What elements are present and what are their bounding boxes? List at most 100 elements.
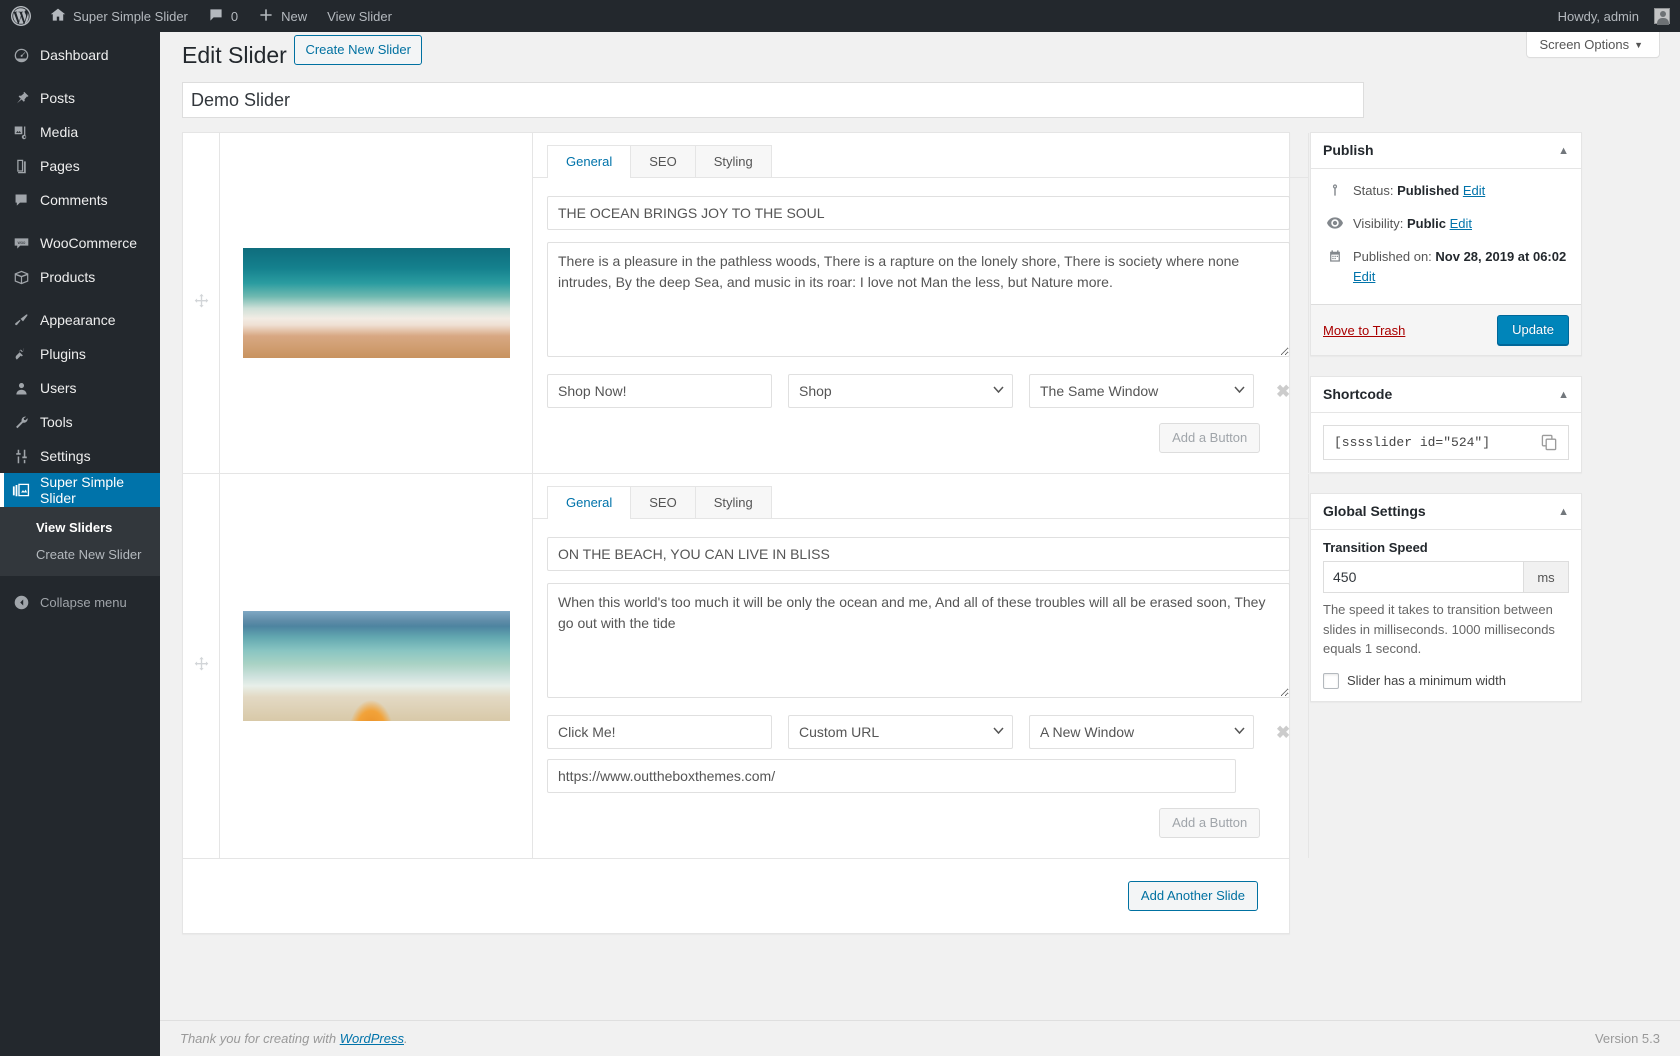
slide-drag-handle[interactable] [183,474,220,858]
button-target-select[interactable] [1029,374,1254,408]
button-url-input[interactable] [547,759,1236,793]
sidebar-item-settings[interactable]: Settings [0,439,160,473]
status-edit-link[interactable]: Edit [1463,183,1485,198]
button-label-input[interactable] [547,715,772,749]
slide-drag-handle[interactable] [183,133,220,473]
slide-image-cell[interactable] [220,474,533,858]
sidebar-item-label: Plugins [40,346,86,362]
shortcode-value: [sssslider id="524"] [1334,435,1491,451]
woocommerce-icon: woo [11,233,31,253]
footer-thanks-suffix: . [404,1031,408,1046]
button-link-type-select[interactable] [788,374,1013,408]
tab-styling[interactable]: Styling [694,486,772,518]
visibility-row: Visibility: Public Edit [1323,208,1569,241]
add-a-button-button[interactable]: Add a Button [1159,423,1261,453]
sidebar-item-posts[interactable]: Posts [0,81,160,115]
transition-speed-input[interactable] [1323,561,1523,594]
slide-description-textarea[interactable] [547,583,1291,698]
slider-title-input[interactable] [182,82,1364,118]
sidebar-item-label: Tools [40,414,73,430]
published-on-text: Published on: Nov 28, 2019 at 06:02 Edit [1353,247,1566,289]
move-to-trash-link[interactable]: Move to Trash [1323,323,1405,338]
add-button-row: Add a Button [547,408,1290,459]
tab-seo[interactable]: SEO [630,486,696,518]
footer-thanks: Thank you for creating with WordPress. [180,1031,408,1046]
add-another-slide-button[interactable]: Add Another Slide [1127,881,1258,911]
sidebar-subitem-create-new-slider[interactable]: Create New Slider [0,541,160,568]
svg-text:woo: woo [17,239,25,244]
publish-postbox-title: Publish [1323,141,1374,158]
update-button[interactable]: Update [1497,315,1569,346]
sidebar-subitem-view-sliders[interactable]: View Sliders [0,514,160,541]
media-icon [11,122,31,142]
add-a-button-button[interactable]: Add a Button [1159,808,1261,838]
visibility-edit-link[interactable]: Edit [1450,216,1472,231]
chevron-up-icon[interactable]: ▲ [1558,506,1569,518]
products-box-icon [11,267,31,287]
new-content-link[interactable]: New [248,0,317,32]
sidebar-item-pages[interactable]: Pages [0,149,160,183]
shortcode-field[interactable]: [sssslider id="524"] [1323,425,1569,461]
slides-container: General SEO Styling THE OCEAN BRINGS JOY… [182,132,1335,934]
button-link-type-select[interactable] [788,715,1013,749]
sidebar-item-super-simple-slider[interactable]: Super Simple Slider [0,473,168,507]
sidebar-item-label: WooCommerce [40,235,137,251]
min-width-checkbox[interactable] [1323,672,1339,689]
sidebar-item-comments[interactable]: Comments [0,183,160,217]
collapse-menu-button[interactable]: Collapse menu [0,585,160,619]
published-label: Published on: [1353,248,1432,264]
slide-row: General SEO Styling [183,474,1335,859]
status-text: Status: Published Edit [1353,181,1485,202]
slide-headline-input[interactable] [547,537,1291,571]
menu-separator [0,217,160,226]
my-account-link[interactable]: Howdy, admin [1548,0,1680,32]
slide-description-textarea[interactable] [547,242,1291,357]
visibility-text: Visibility: Public Edit [1353,214,1472,235]
slider-title-wrap [182,82,1660,118]
sidebar-item-label: Users [40,380,77,396]
button-target-select[interactable] [1029,715,1254,749]
tab-seo[interactable]: SEO [630,145,696,177]
published-edit-link[interactable]: Edit [1353,269,1375,284]
button-label-input[interactable] [547,374,772,408]
sidebar-item-woocommerce[interactable]: woo WooCommerce [0,226,160,260]
copy-icon[interactable] [1541,434,1558,451]
publish-postbox-header[interactable]: Publish ▲ [1311,133,1581,169]
sidebar-item-media[interactable]: Media [0,115,160,149]
slide-tabs: General SEO Styling [533,145,1309,178]
wordpress-logo-icon[interactable] [0,0,40,32]
move-arrows-icon [193,656,210,676]
sidebar-item-products[interactable]: Products [0,260,160,294]
remove-button-icon[interactable]: ✖ [1276,724,1290,741]
post-body-content: General SEO Styling THE OCEAN BRINGS JOY… [182,132,1335,934]
menu-separator [0,294,160,303]
sidebar-item-appearance[interactable]: Appearance [0,303,160,337]
howdy-label: Howdy, admin [1557,8,1639,24]
tab-general[interactable]: General [547,145,632,178]
sidebar-item-tools[interactable]: Tools [0,405,160,439]
wordpress-link[interactable]: WordPress [340,1031,404,1046]
chevron-up-icon[interactable]: ▲ [1558,389,1569,401]
create-new-slider-button[interactable]: Create New Slider [294,35,422,65]
slide-image-cell[interactable] [220,133,533,473]
status-label: Status: [1353,183,1394,198]
min-width-label[interactable]: Slider has a minimum width [1347,673,1506,688]
global-settings-postbox-header[interactable]: Global Settings ▲ [1311,494,1581,531]
chevron-up-icon[interactable]: ▲ [1558,145,1569,157]
view-slider-link[interactable]: View Slider [317,0,402,32]
sidebar-item-users[interactable]: Users [0,371,160,405]
site-name-link[interactable]: Super Simple Slider [40,0,198,32]
admin-footer: Thank you for creating with WordPress. V… [160,1020,1680,1056]
remove-button-icon[interactable]: ✖ [1276,383,1290,400]
slide-tab-body: ✖ Add a Button [533,178,1308,473]
shortcode-postbox-header[interactable]: Shortcode ▲ [1311,377,1581,414]
comments-bubble-link[interactable]: 0 [198,0,248,32]
tab-styling[interactable]: Styling [694,145,772,177]
sidebar-item-dashboard[interactable]: Dashboard [0,38,160,72]
sidebar-item-label: Settings [40,448,91,464]
sidebar-item-label: Appearance [40,312,116,328]
slide-headline-input[interactable] [547,196,1291,230]
sidebar-item-plugins[interactable]: Plugins [0,337,160,371]
slide-tabs: General SEO Styling [533,486,1309,519]
tab-general[interactable]: General [547,486,632,519]
